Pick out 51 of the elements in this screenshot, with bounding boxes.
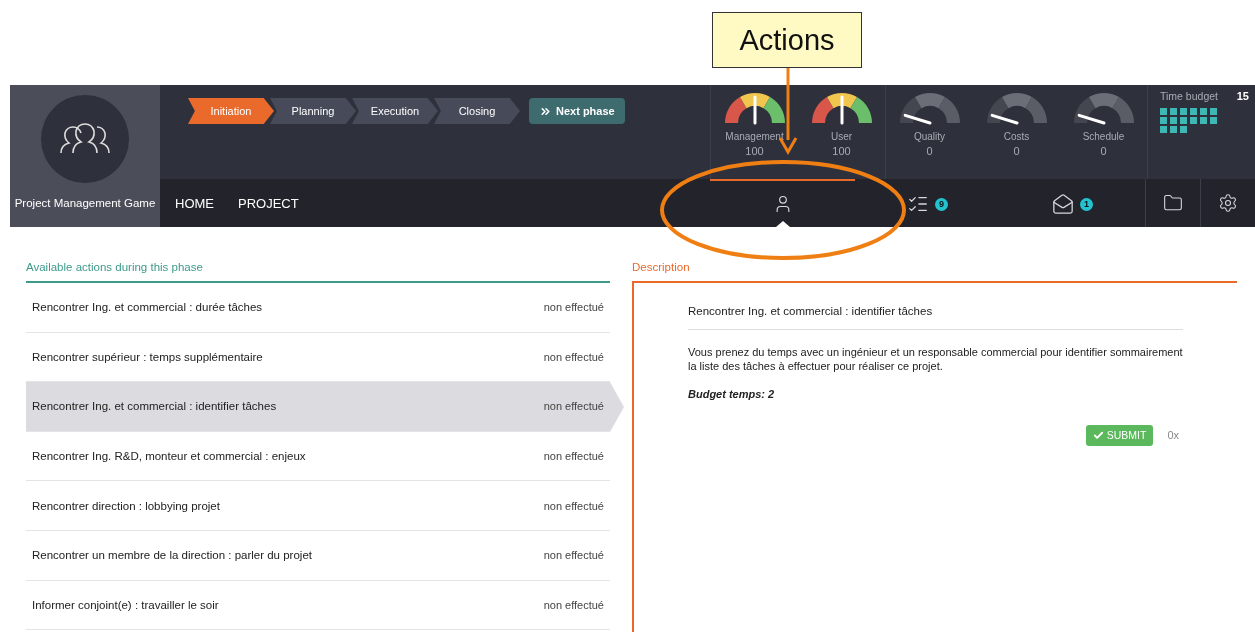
gauge-value: 100 — [832, 145, 851, 157]
app-title: Project Management Game — [14, 197, 156, 209]
gauge-value: 0 — [1100, 145, 1107, 157]
gauge-label: Management — [725, 131, 784, 142]
action-status: non effectué — [543, 549, 604, 562]
gauge-label: Quality — [913, 131, 946, 142]
gauge-value: 0 — [1013, 145, 1020, 157]
phase-step[interactable]: Closing — [434, 98, 520, 124]
time-budget-label: Time budget — [1160, 90, 1218, 102]
action-name: Rencontrer Ing. R&D, monteur et commercial : enjeux — [32, 450, 306, 463]
action-status: non effectué — [543, 499, 604, 512]
gauge-value: 100 — [745, 145, 764, 157]
action-name: Informer conjoint(e) : travailler le soir — [32, 598, 219, 611]
count-badge: 9 — [935, 197, 948, 211]
nav-tab[interactable]: 1 — [1000, 179, 1145, 227]
count-badge: 1 — [1080, 197, 1093, 211]
description-heading: Rencontrer Ing. et commercial : identifier tâches — [688, 305, 1183, 330]
settings-icon — [1218, 193, 1238, 213]
submit-count: 0x — [1167, 429, 1179, 441]
check-icon — [1092, 429, 1104, 441]
gauge-label: Costs — [1003, 131, 1030, 142]
action-status: non effectué — [543, 350, 604, 363]
action-status: non effectué — [543, 450, 604, 463]
action-name: Rencontrer Ing. et commercial : durée tâches — [32, 301, 263, 314]
next-phase-button[interactable]: Next phase — [529, 98, 625, 124]
action-name: Rencontrer Ing. et commercial : identifier tâches — [32, 400, 277, 413]
team-logo-icon — [41, 95, 129, 183]
time-budget-value: 15 — [1236, 90, 1249, 102]
action-status: non effectué — [543, 301, 604, 314]
nav-tab[interactable] — [710, 179, 855, 227]
nav-tab[interactable]: 9 — [855, 179, 1000, 227]
nav-link[interactable]: PROJECT — [238, 195, 299, 211]
time-budget-blocks-icon — [1160, 108, 1218, 133]
action-name: Rencontrer un membre de la direction : parler du projet — [32, 549, 312, 562]
mail-icon — [1052, 193, 1074, 215]
budget-text: Budget temps: 2 — [688, 387, 776, 400]
phase-step[interactable]: Planning — [270, 98, 356, 124]
folder-icon — [1163, 193, 1183, 213]
description-text: Vous prenez du temps avec un ingénieur et un responsable commercial pour identifier sommairement la liste des tâches à effectuer pour réaliser ce projet. — [688, 346, 1183, 374]
phase-step[interactable]: Execution — [352, 98, 438, 124]
action-name: Rencontrer direction : lobbying projet — [32, 499, 220, 512]
section-title: Description — [632, 261, 1237, 283]
gauge-value: 0 — [926, 145, 933, 157]
gauge-label: User — [830, 131, 853, 142]
action-status: non effectué — [543, 400, 604, 413]
active-tab-pointer — [775, 221, 790, 227]
gauge-label: Schedule — [1082, 131, 1125, 142]
action-status: non effectué — [543, 598, 604, 611]
nav-link[interactable]: HOME — [175, 195, 214, 211]
action-name: Rencontrer supérieur : temps supplémentaire — [32, 350, 263, 363]
annotation-callout: Actions — [712, 12, 862, 68]
